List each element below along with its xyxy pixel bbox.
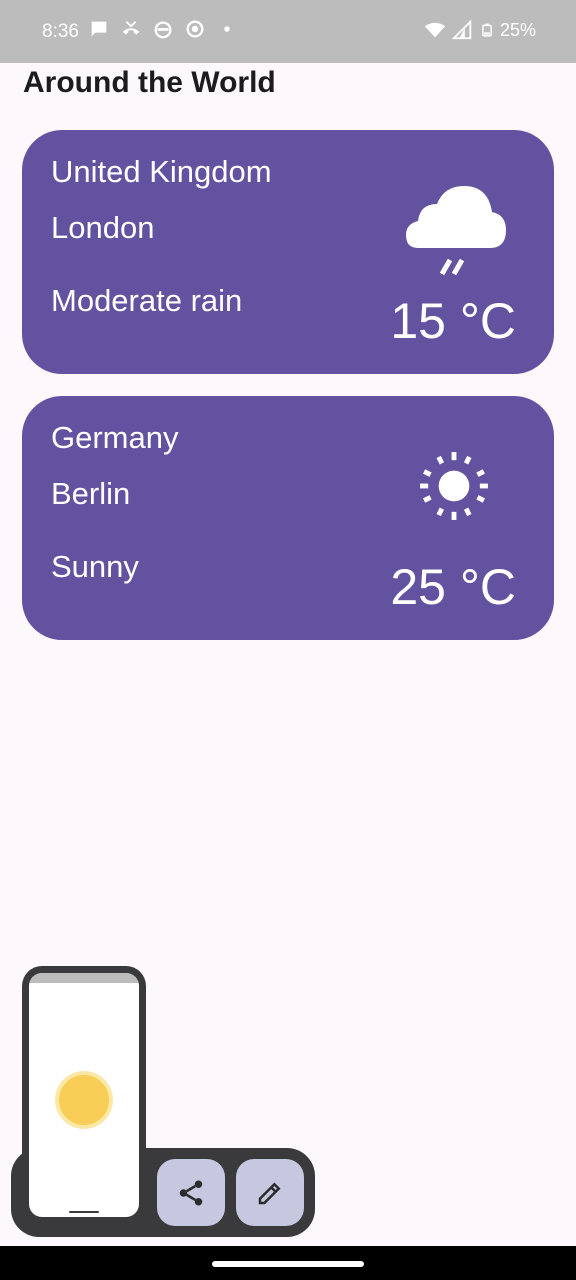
- wifi-icon: [424, 22, 446, 38]
- edit-pencil-icon: [258, 1181, 281, 1204]
- weather-card-uk[interactable]: United Kingdom London Moderate rain 15 °…: [22, 130, 554, 374]
- battery-percent: 25%: [499, 19, 536, 40]
- preview-screen: [29, 973, 139, 1217]
- weather-card-germany[interactable]: Germany Berlin Sunny 25 °C: [22, 396, 554, 640]
- card-temperature: 15 °C: [390, 293, 516, 349]
- chat-bubble-icon: [91, 21, 107, 37]
- status-bar: 8:36 25%: [0, 0, 576, 63]
- card-city: London: [51, 210, 155, 245]
- preview-sun-icon: [59, 1075, 109, 1125]
- rain-cloud-icon: [406, 186, 506, 276]
- dot-icon: [224, 26, 230, 32]
- sun-icon: [420, 452, 488, 520]
- preview-home-handle: [69, 1211, 99, 1213]
- section-title: Around the World: [23, 66, 276, 99]
- battery-icon: [482, 23, 492, 37]
- edit-button[interactable]: [236, 1159, 304, 1226]
- status-time: 8:36: [42, 21, 79, 42]
- android-head-icon: [154, 21, 172, 39]
- share-icon: [179, 1180, 203, 1205]
- screenshot-preview-thumbnail[interactable]: [22, 966, 146, 1224]
- home-gesture-handle[interactable]: [212, 1261, 364, 1267]
- card-temperature: 25 °C: [390, 559, 516, 615]
- navigation-bar: [0, 1246, 576, 1280]
- preview-status-bar: [29, 973, 139, 983]
- record-icon: [186, 20, 204, 38]
- card-condition: Sunny: [51, 549, 139, 584]
- system-icons: 25%: [424, 19, 536, 41]
- missed-call-icon: [122, 21, 140, 35]
- card-country: Germany: [51, 420, 179, 455]
- card-condition: Moderate rain: [51, 283, 243, 318]
- share-button[interactable]: [157, 1159, 225, 1226]
- card-city: Berlin: [51, 476, 131, 511]
- cell-signal-icon: [451, 19, 472, 40]
- notification-icons: [88, 18, 238, 40]
- card-country: United Kingdom: [51, 154, 272, 189]
